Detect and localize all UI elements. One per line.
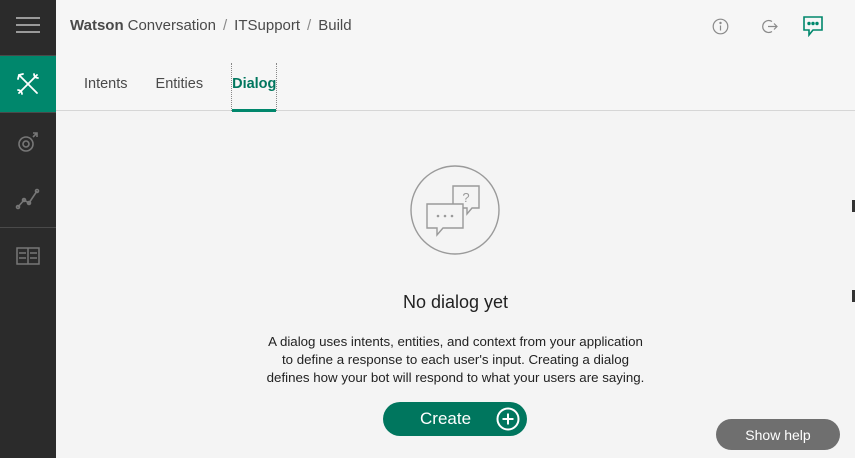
empty-state-description: A dialog uses intents, entities, and con… — [226, 333, 685, 387]
left-sidebar — [0, 0, 56, 458]
create-dialog-button[interactable]: Create — [383, 402, 527, 436]
description-line: A dialog uses intents, entities, and con… — [268, 334, 643, 349]
header: Watson Conversation / ITSupport / Build … — [56, 0, 855, 112]
show-help-button[interactable]: Show help — [716, 419, 840, 450]
sidebar-item-improve[interactable] — [0, 114, 56, 170]
exit-button[interactable] — [758, 14, 782, 38]
svg-text:?: ? — [462, 190, 469, 205]
brand-name[interactable]: Conversation — [128, 17, 216, 34]
chat-feedback-icon — [803, 16, 823, 37]
breadcrumb-separator: / — [223, 17, 228, 34]
brand-name-strong[interactable]: Watson — [70, 17, 124, 34]
tab-intents[interactable]: Intents — [84, 63, 128, 111]
create-button-label: Create — [420, 409, 472, 428]
dialog-chat-bubbles-icon: ? — [410, 165, 500, 255]
build-tools-icon — [17, 73, 39, 95]
sidebar-item-build[interactable] — [0, 56, 56, 112]
sidebar-item-workspaces[interactable] — [0, 228, 56, 284]
description-line: defines how your bot will respond to wha… — [266, 370, 645, 385]
breadcrumb-current: Build — [318, 17, 352, 34]
tab-dialog[interactable]: Dialog — [231, 63, 278, 112]
feedback-button[interactable] — [801, 14, 825, 38]
tab-entities[interactable]: Entities — [156, 63, 204, 111]
sidebar-item-deploy[interactable] — [0, 170, 56, 226]
exit-icon — [761, 19, 778, 33]
info-icon — [712, 18, 728, 34]
description-line: to define a response to each user's inpu… — [281, 352, 629, 367]
workspaces-icon — [16, 247, 40, 265]
improve-icon — [18, 132, 38, 152]
breadcrumb-workspace[interactable]: ITSupport — [234, 17, 300, 34]
menu-button[interactable] — [0, 0, 56, 50]
breadcrumb: Watson Conversation / ITSupport / Build — [70, 17, 352, 34]
hamburger-menu-icon — [16, 17, 40, 33]
breadcrumb-separator: / — [307, 17, 312, 34]
deploy-graph-icon — [15, 188, 40, 210]
info-button[interactable] — [708, 14, 732, 38]
main-content: ? No dialog yet A dialog uses intents, e… — [56, 112, 855, 458]
add-circle-icon — [496, 407, 520, 431]
empty-state-title: No dialog yet — [402, 292, 509, 312]
tab-bar: Intents Entities Dialog — [84, 63, 305, 112]
